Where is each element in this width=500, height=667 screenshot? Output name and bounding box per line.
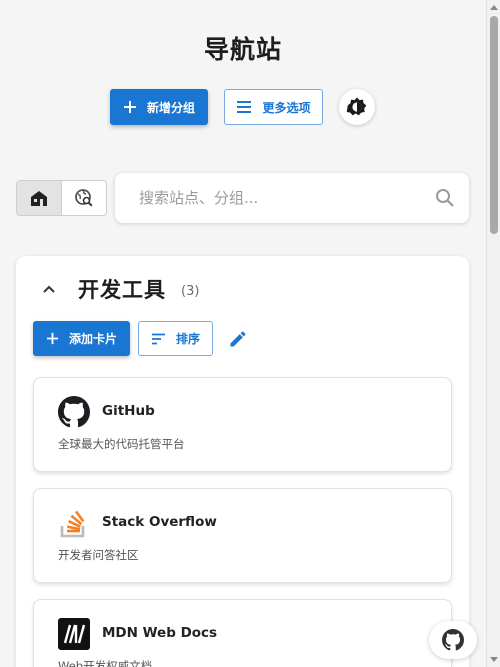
github-icon (442, 629, 464, 651)
site-card-mdn[interactable]: MDN Web Docs Web开发权威文档 (33, 599, 452, 667)
search-input[interactable] (139, 189, 435, 207)
page-title: 导航站 (203, 35, 282, 64)
github-logo-icon (58, 396, 90, 428)
site-card-github[interactable]: GitHub 全球最大的代码托管平台 (33, 377, 452, 472)
more-options-button[interactable]: 更多选项 (224, 89, 323, 125)
add-card-label: 添加卡片 (68, 332, 117, 346)
internal-mode-button[interactable] (17, 181, 62, 215)
scroll-up-arrow[interactable] (490, 5, 498, 10)
pencil-icon (230, 331, 246, 347)
group-card: 开发工具 (3) 添加卡片 排序 GitHub 全球最大的代码托管平台 Stac… (16, 256, 469, 667)
theme-toggle-button[interactable] (339, 89, 375, 125)
site-name: MDN Web Docs (102, 625, 218, 641)
page: 导航站 新增分组 更多选项 搜索站点、分组... 开发工具 (3) 添加卡片 排… (0, 0, 486, 667)
site-name: GitHub (102, 403, 155, 419)
plus-icon (46, 332, 59, 345)
search-icon[interactable] (435, 188, 455, 208)
menu-icon (237, 101, 252, 113)
add-card-button[interactable]: 添加卡片 (33, 321, 130, 356)
sort-label: 排序 (175, 332, 200, 346)
home-network-icon (31, 191, 47, 206)
site-description: 开发者问答社区 (58, 548, 139, 562)
site-description: 全球最大的代码托管平台 (58, 437, 185, 451)
github-link-button[interactable] (429, 621, 477, 659)
view-mode-toggle (16, 180, 107, 216)
mdn-logo-icon (58, 618, 90, 650)
group-count: (3) (181, 284, 200, 299)
scroll-down-arrow[interactable] (490, 657, 498, 662)
search-bar (115, 173, 469, 223)
vertical-scrollbar[interactable] (486, 0, 500, 667)
public-mode-button[interactable] (62, 181, 106, 215)
add-group-button[interactable]: 新增分组 (110, 89, 208, 125)
brightness-icon (346, 97, 367, 116)
sort-button[interactable]: 排序 (138, 321, 213, 356)
site-card-stackoverflow[interactable]: Stack Overflow 开发者问答社区 (33, 488, 452, 583)
site-description: Web开发权威文档 (58, 659, 153, 667)
chevron-up-icon[interactable] (42, 284, 56, 294)
scroll-thumb[interactable] (490, 16, 498, 234)
plus-icon (123, 101, 136, 113)
sort-icon (151, 333, 165, 344)
group-title: 开发工具 (78, 278, 166, 302)
edit-group-button[interactable] (226, 327, 250, 351)
stackoverflow-logo-icon (58, 507, 90, 539)
globe-search-icon (75, 189, 93, 207)
more-options-label: 更多选项 (262, 100, 311, 115)
site-name: Stack Overflow (102, 514, 217, 530)
add-group-label: 新增分组 (146, 100, 195, 115)
